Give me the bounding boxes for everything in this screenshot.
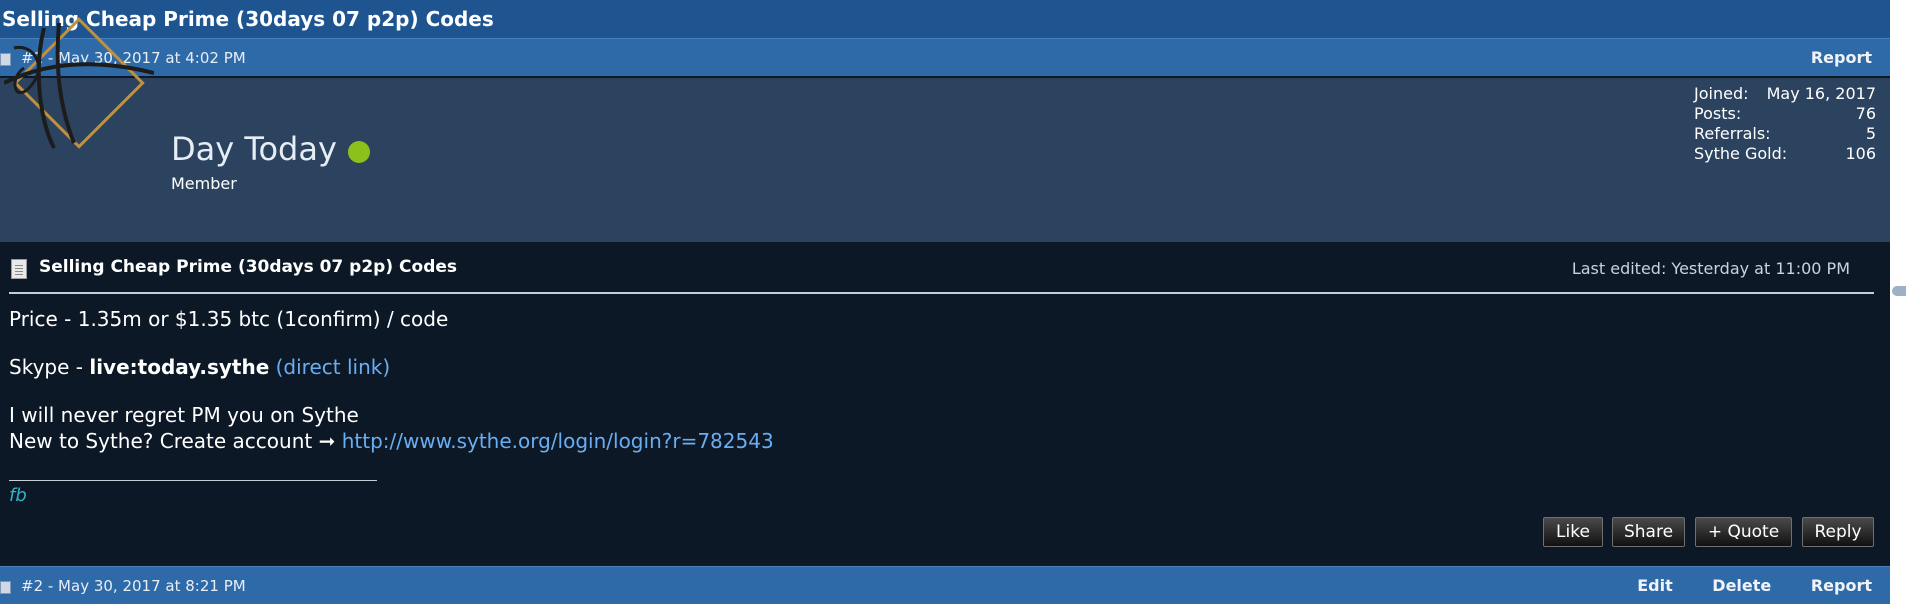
signature-divider bbox=[9, 480, 377, 481]
last-edited: Last edited: Yesterday at 11:00 PM bbox=[1571, 259, 1850, 278]
create-account-text: New to Sythe? Create account ➞ bbox=[9, 429, 342, 453]
skype-prefix: Skype - bbox=[9, 355, 90, 379]
stat-label: Joined: bbox=[1694, 84, 1749, 103]
stat-value: 106 bbox=[1845, 144, 1876, 163]
share-button[interactable]: Share bbox=[1612, 517, 1685, 547]
avatar-logo-icon[interactable] bbox=[4, 8, 154, 158]
stat-label: Posts: bbox=[1694, 104, 1742, 123]
post-title-divider bbox=[9, 292, 1874, 294]
next-post-header-bar: #2 - May 30, 2017 at 8:21 PM Edit Delete… bbox=[0, 566, 1890, 604]
stat-value: 5 bbox=[1865, 124, 1876, 143]
user-stats: Joined: May 16, 2017 Posts: 76 Referrals… bbox=[1694, 84, 1876, 164]
report-link[interactable]: Report bbox=[1811, 48, 1872, 67]
stat-value: May 16, 2017 bbox=[1766, 84, 1876, 103]
next-post-actions: Edit Delete Report bbox=[1603, 567, 1872, 605]
like-button[interactable]: Like bbox=[1543, 517, 1603, 547]
skype-direct-link[interactable]: (direct link) bbox=[276, 355, 391, 379]
thread-title: Selling Cheap Prime (30days 07 p2p) Code… bbox=[0, 0, 1890, 38]
quote-button[interactable]: + Quote bbox=[1695, 517, 1792, 547]
reply-button[interactable]: Reply bbox=[1802, 517, 1874, 547]
post-title-doc-icon bbox=[11, 259, 27, 279]
skype-id: live:today.sythe bbox=[89, 355, 270, 379]
scroll-marker bbox=[1892, 286, 1906, 296]
thread-page: Selling Cheap Prime (30days 07 p2p) Code… bbox=[0, 0, 1890, 604]
price-line: Price - 1.35m or $1.35 btc (1confirm) / … bbox=[9, 307, 449, 331]
never-regret-line: I will never regret PM you on Sythe bbox=[9, 403, 359, 427]
post-header-bar: #1 - May 30, 2017 at 4:02 PM Report bbox=[0, 38, 1890, 76]
delete-link[interactable]: Delete bbox=[1712, 576, 1771, 595]
stat-referrals: Referrals: 5 bbox=[1694, 124, 1876, 144]
edit-link[interactable]: Edit bbox=[1637, 576, 1673, 595]
user-title: Member bbox=[171, 174, 237, 193]
next-post-permalink[interactable]: #2 - May 30, 2017 at 8:21 PM bbox=[21, 567, 246, 605]
create-account-line: New to Sythe? Create account ➞ http://ww… bbox=[9, 429, 774, 453]
stat-label: Referrals: bbox=[1694, 124, 1771, 143]
stat-value: 76 bbox=[1855, 104, 1876, 123]
login-url-link[interactable]: http://www.sythe.org/login/login?r=78254… bbox=[342, 429, 774, 453]
username[interactable]: Day Today bbox=[171, 130, 337, 168]
stat-label: Sythe Gold: bbox=[1694, 144, 1788, 163]
page-edge bbox=[1890, 0, 1909, 584]
stat-posts: Posts: 76 bbox=[1694, 104, 1876, 124]
skype-line: Skype - live:today.sythe (direct link) bbox=[9, 355, 390, 379]
post-doc-icon bbox=[0, 581, 11, 594]
post-title: Selling Cheap Prime (30days 07 p2p) Code… bbox=[39, 257, 458, 277]
stat-sythe-gold: Sythe Gold: 106 bbox=[1694, 144, 1876, 164]
report-link[interactable]: Report bbox=[1811, 576, 1872, 595]
stat-joined: Joined: May 16, 2017 bbox=[1694, 84, 1876, 104]
signature: fb bbox=[9, 485, 27, 506]
online-status-icon bbox=[348, 141, 370, 163]
post-actions: Report bbox=[1777, 39, 1872, 77]
